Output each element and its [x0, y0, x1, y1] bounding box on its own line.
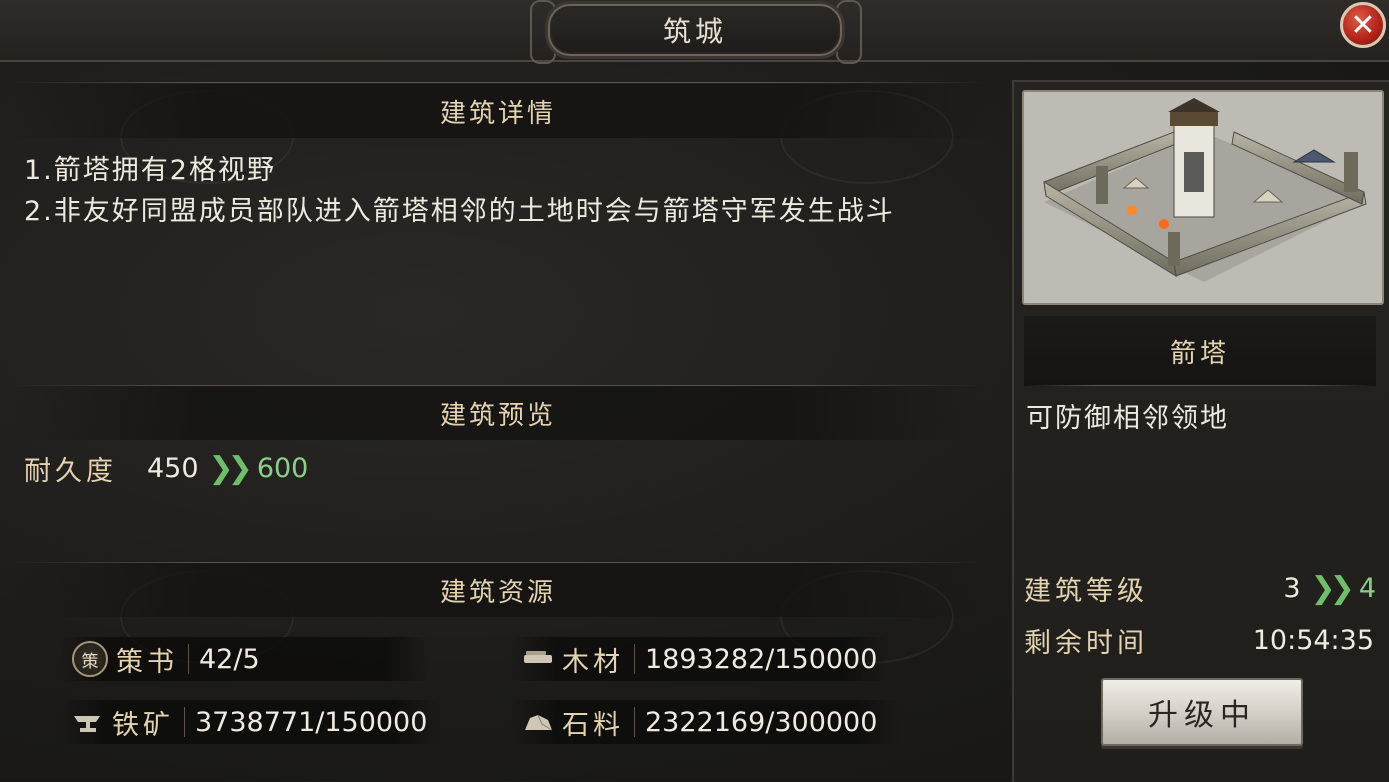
- section-divider: [10, 82, 986, 83]
- details-line-1: 1.箭塔拥有2格视野: [24, 155, 276, 186]
- resource-value: 2322169/300000: [645, 706, 878, 738]
- resource-separator: [634, 644, 635, 674]
- iron-icon: [72, 706, 104, 738]
- resources-header: 建筑资源: [10, 563, 986, 617]
- resource-name: 铁矿: [112, 709, 174, 741]
- resource-book: 策 策书 42/5: [60, 637, 430, 681]
- resource-separator: [184, 707, 185, 737]
- level-old: 3: [1283, 572, 1301, 604]
- resource-iron: 铁矿 3738771/150000: [60, 700, 440, 744]
- building-preview-image: [1022, 90, 1384, 305]
- building-level-row: 建筑等级 3 ❯❯ 4: [1024, 568, 1376, 608]
- resource-name: 木材: [562, 646, 624, 678]
- remaining-time-label: 剩余时间: [1024, 627, 1148, 659]
- close-icon: ✕: [1350, 7, 1376, 43]
- resource-name: 石料: [562, 709, 624, 741]
- resource-value: 42/5: [199, 643, 260, 675]
- building-description: 可防御相邻领地: [1026, 403, 1229, 434]
- upgrading-button[interactable]: 升级中: [1101, 678, 1303, 746]
- book-icon: 策: [72, 641, 108, 677]
- building-level-value: 3 ❯❯ 4: [1283, 571, 1376, 606]
- details-header: 建筑详情: [10, 84, 986, 138]
- remaining-time-row: 剩余时间 10:54:35: [1024, 620, 1376, 660]
- stone-icon: [522, 706, 554, 738]
- preview-header: 建筑预览: [10, 386, 986, 440]
- building-level-label: 建筑等级: [1024, 575, 1148, 607]
- resource-name: 策书: [116, 646, 178, 678]
- details-description: 1.箭塔拥有2格视野 2.非友好同盟成员部队进入箭塔相邻的土地时会与箭塔守军发生…: [24, 150, 984, 232]
- level-new: 4: [1358, 572, 1376, 604]
- resource-value: 1893282/150000: [645, 643, 878, 675]
- details-line-2: 2.非友好同盟成员部队进入箭塔相邻的土地时会与箭塔守军发生战斗: [24, 196, 895, 227]
- resource-stone: 石料 2322169/300000: [510, 700, 900, 744]
- resource-separator: [634, 707, 635, 737]
- resource-wood: 木材 1893282/150000: [510, 637, 890, 681]
- close-button[interactable]: ✕: [1340, 2, 1386, 48]
- wood-icon: [522, 643, 554, 675]
- building-name: 箭塔: [1024, 316, 1376, 386]
- durability-old-value: 450: [147, 452, 199, 484]
- remaining-time-value: 10:54:35: [1252, 624, 1374, 656]
- window-title: 筑城: [662, 15, 727, 48]
- resource-value: 3738771/150000: [195, 706, 428, 738]
- title-plate: 筑城: [548, 4, 842, 56]
- resource-separator: [188, 644, 189, 674]
- durability-row: 耐久度 450 ❯❯ 600: [24, 448, 308, 488]
- double-chevron-right-icon: ❯❯: [1310, 570, 1355, 606]
- panel-divider: [1026, 385, 1374, 386]
- double-chevron-right-icon: ❯❯: [208, 450, 253, 486]
- durability-new-value: 600: [256, 452, 309, 484]
- durability-label: 耐久度: [24, 455, 117, 487]
